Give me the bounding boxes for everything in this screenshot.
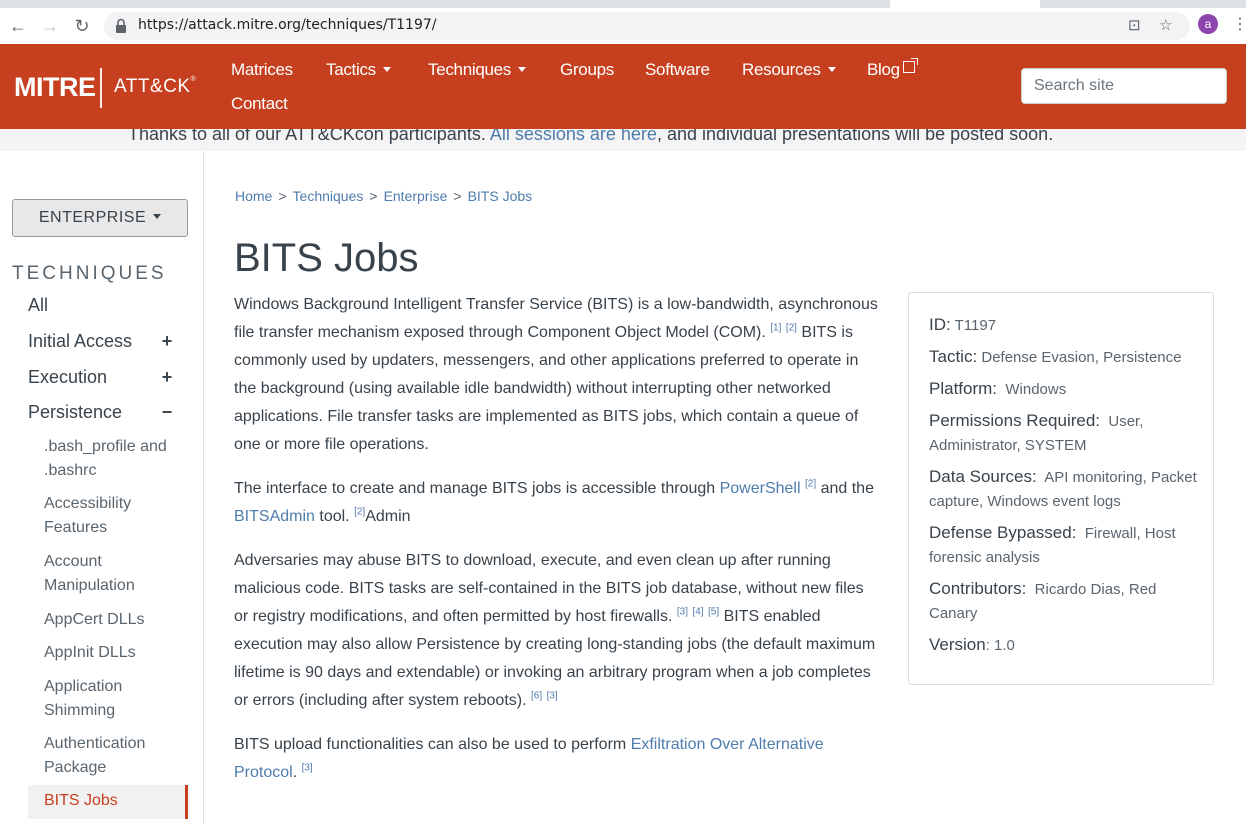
reference-link[interactable]: [2] (354, 507, 365, 518)
bitsadmin-link[interactable]: BITSAdmin (234, 508, 315, 525)
chevron-down-icon (827, 67, 836, 72)
nav-groups[interactable]: Groups (560, 60, 614, 80)
reference-link[interactable]: [2] (786, 323, 797, 334)
collapse-icon[interactable]: − (160, 402, 174, 423)
reference-link[interactable]: [3] (302, 763, 313, 774)
sidebar-subitem-accessibility-features[interactable]: Accessibility Features (44, 492, 184, 540)
browser-toolbar: ← → ↻ https://attack.mitre.org/technique… (0, 8, 1246, 45)
logo-attck-text: ATT&CK® (114, 76, 197, 97)
description-paragraph-2: The interface to create and manage BITS … (234, 478, 874, 525)
card-platform: Platform: Windows (929, 379, 1067, 398)
nav-matrices[interactable]: Matrices (231, 60, 293, 80)
techniques-sidebar: ENTERPRISE TECHNIQUES All Initial Access… (0, 151, 204, 824)
technique-info-card: ID: T1197 Tactic: Defense Evasion, Persi… (908, 292, 1214, 685)
site-search-input[interactable]: Search site (1021, 68, 1227, 104)
sidebar-item-all[interactable]: All (28, 295, 48, 316)
sidebar-item-execution[interactable]: Execution (28, 367, 107, 388)
expand-icon[interactable]: + (160, 367, 174, 388)
browser-active-tab[interactable] (890, 0, 1040, 8)
banner-text: Thanks to all of our ATT&CKcon participa… (128, 129, 1053, 145)
sidebar-subitem-bits-jobs[interactable]: BITS Jobs (28, 785, 188, 819)
description-paragraph-4: BITS upload functionalities can also be … (234, 736, 824, 781)
breadcrumb: Home > Techniques > Enterprise > BITS Jobs (235, 188, 533, 204)
external-link-icon (902, 58, 918, 73)
card-tactic: Tactic: Defense Evasion, Persistence (929, 347, 1182, 366)
sidebar-subitem-appinit-dlls[interactable]: AppInit DLLs (44, 641, 184, 665)
breadcrumb-enterprise[interactable]: Enterprise (384, 188, 448, 204)
translate-icon[interactable]: ⊡ (1128, 16, 1141, 34)
sidebar-heading: TECHNIQUES (12, 263, 167, 284)
nav-contact[interactable]: Contact (231, 94, 288, 114)
banner-sessions-link[interactable]: All sessions are here (490, 129, 657, 144)
announcement-banner: Thanks to all of our ATT&CKcon participa… (0, 129, 1246, 151)
url-text: https://attack.mitre.org/techniques/T119… (138, 17, 437, 33)
sidebar-active-label: BITS Jobs (44, 792, 118, 809)
reference-link[interactable]: [6] (531, 691, 542, 702)
reference-link[interactable]: [3] (547, 691, 558, 702)
breadcrumb-current[interactable]: BITS Jobs (468, 188, 533, 204)
sidebar-subitem-bash-profile[interactable]: .bash_profile and .bashrc (44, 435, 184, 483)
card-defense-bypassed: Defense Bypassed: Firewall, Host forensi… (929, 523, 1176, 566)
sidebar-subitem-appcert-dlls[interactable]: AppCert DLLs (44, 608, 184, 632)
lock-icon (116, 18, 126, 33)
sidebar-subitem-authentication-package[interactable]: Authentication Package (44, 732, 184, 780)
chevron-down-icon (153, 214, 162, 219)
reference-link[interactable]: [5] (708, 607, 719, 618)
card-data-sources: Data Sources: API monitoring, Packet cap… (929, 467, 1197, 510)
reference-link[interactable]: [2] (805, 479, 816, 490)
powershell-link[interactable]: PowerShell (720, 480, 801, 497)
browser-tabstrip (0, 0, 1246, 8)
profile-avatar[interactable]: a (1198, 14, 1218, 34)
reload-icon[interactable]: ↻ (70, 14, 94, 38)
logo-mitre-text: MITRE (14, 72, 96, 102)
card-contributors: Contributors: Ricardo Dias, Red Canary (929, 579, 1157, 622)
address-bar[interactable]: https://attack.mitre.org/techniques/T119… (104, 12, 1190, 40)
card-permissions: Permissions Required: User, Administrato… (929, 411, 1144, 454)
logo-divider (100, 68, 102, 108)
chevron-down-icon (382, 67, 391, 72)
nav-tactics[interactable]: Tactics (326, 60, 391, 80)
nav-resources[interactable]: Resources (742, 60, 836, 80)
sidebar-subitem-application-shimming[interactable]: Application Shimming (44, 675, 184, 723)
reference-link[interactable]: [4] (692, 607, 703, 618)
sidebar-item-initial-access[interactable]: Initial Access (28, 331, 132, 352)
reference-link[interactable]: [3] (677, 607, 688, 618)
sidebar-subitem-account-manipulation[interactable]: Account Manipulation (44, 550, 184, 598)
back-arrow-icon[interactable]: ← (6, 14, 30, 38)
card-id: ID: T1197 (929, 315, 997, 334)
expand-icon[interactable]: + (160, 331, 174, 352)
page-title: BITS Jobs (234, 236, 419, 280)
breadcrumb-techniques[interactable]: Techniques (293, 188, 364, 204)
forward-arrow-icon[interactable]: → (38, 14, 62, 38)
nav-techniques[interactable]: Techniques (428, 60, 527, 80)
site-header: MITRE ATT&CK® Matrices Tactics Technique… (0, 44, 1246, 129)
browser-menu-icon[interactable]: ⋮ (1232, 14, 1246, 34)
description-paragraph-3: Adversaries may abuse BITS to download, … (234, 552, 876, 709)
nav-software[interactable]: Software (645, 60, 710, 80)
sidebar-item-persistence[interactable]: Persistence (28, 402, 122, 423)
domain-dropdown-button[interactable]: ENTERPRISE (12, 199, 188, 237)
reference-link[interactable]: [1] (770, 323, 781, 334)
chevron-down-icon (518, 67, 527, 72)
nav-blog[interactable]: Blog (867, 58, 918, 80)
description-paragraph-1: Windows Background Intelligent Transfer … (234, 296, 878, 453)
card-version: Version: 1.0 (929, 635, 1015, 654)
breadcrumb-home[interactable]: Home (235, 188, 272, 204)
bookmark-star-icon[interactable]: ☆ (1159, 16, 1172, 34)
